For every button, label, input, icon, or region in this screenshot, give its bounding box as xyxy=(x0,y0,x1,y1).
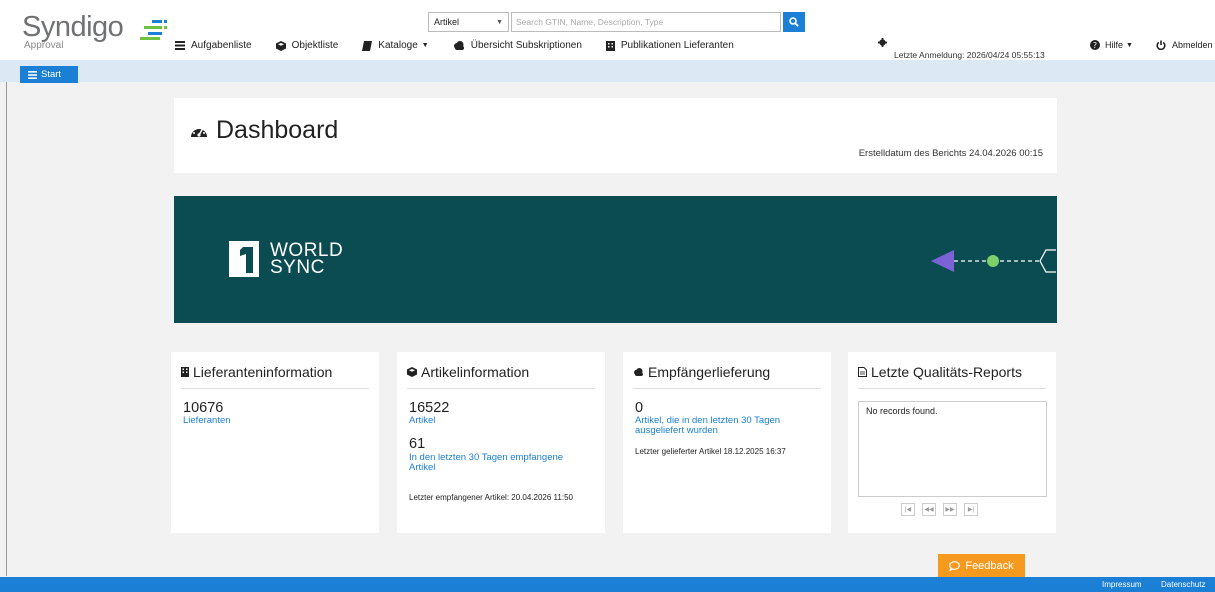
article-info-card: Artikelinformation 16522 Artikel 61 In d… xyxy=(397,352,605,533)
search-bar: Artikel ▼ xyxy=(428,12,805,32)
start-label: Start xyxy=(41,69,62,80)
syndigo-logo[interactable]: Syndigo Approval xyxy=(22,11,167,51)
empty-message: No records found. xyxy=(866,406,938,416)
help-menu[interactable]: ? Hilfe ▼ xyxy=(1090,40,1133,50)
file-icon xyxy=(858,367,867,377)
card-header: Letzte Qualitäts-Reports xyxy=(858,364,1046,389)
last-page-icon: ▶| xyxy=(967,507,975,513)
card-header: Empfängerlieferung xyxy=(633,364,821,389)
banner-decoration xyxy=(931,249,1056,273)
worldsync-logo: WORLD SYNC xyxy=(229,241,343,277)
card-title: Artikelinformation xyxy=(421,364,530,380)
quality-reports-table: No records found. xyxy=(858,401,1047,497)
logout-button[interactable]: Abmelden xyxy=(1156,40,1213,50)
first-page-button[interactable]: |◀ xyxy=(901,503,915,516)
caret-down-icon: ▼ xyxy=(1126,41,1133,49)
search-type-select[interactable]: Artikel ▼ xyxy=(428,12,509,32)
last-login-text: Letzte Anmeldung: 2026/04/24 05:55:13 xyxy=(894,50,1045,60)
next-page-button[interactable]: ▶▶ xyxy=(943,503,957,516)
card-title: Letzte Qualitäts-Reports xyxy=(871,364,1022,380)
svg-text:?: ? xyxy=(1093,41,1097,50)
left-border xyxy=(6,82,7,576)
datenschutz-link[interactable]: Datenschutz xyxy=(1161,580,1205,589)
nav-label: Publikationen Lieferanten xyxy=(620,40,734,51)
last-delivered-article: Letzter gelieferter Artikel 18.12.2025 1… xyxy=(635,447,786,456)
logo-bars-icon xyxy=(140,20,167,40)
nav-label: Kataloge xyxy=(378,40,418,51)
recent-article-count: 61 xyxy=(409,436,426,452)
supplier-count: 10676 xyxy=(183,400,224,416)
logout-label: Abmelden xyxy=(1172,40,1213,50)
building-icon xyxy=(181,367,189,377)
power-icon xyxy=(1156,40,1166,50)
logo-wordmark: Syndigo xyxy=(22,11,124,43)
book-icon xyxy=(362,40,373,51)
footer: Impressum Datenschutz xyxy=(0,577,1215,592)
caret-down-icon: ▼ xyxy=(421,42,429,49)
nav-publikationen[interactable]: Publikationen Lieferanten xyxy=(605,40,734,51)
tachometer-icon xyxy=(190,123,208,139)
dashboard-header-card: Dashboard Erstelldatum des Berichts 24.0… xyxy=(174,98,1057,173)
search-type-value: Artikel xyxy=(434,17,460,27)
card-header: Lieferanteninformation xyxy=(181,364,369,389)
pagination: |◀ ◀◀ ▶▶ ▶| xyxy=(901,503,985,516)
nav-subskriptionen[interactable]: Übersicht Subskriptionen xyxy=(453,40,582,51)
card-header: Artikelinformation xyxy=(407,364,595,389)
page-title: Dashboard xyxy=(190,116,338,145)
start-button[interactable]: Start xyxy=(20,66,78,83)
articles-link[interactable]: Artikel xyxy=(409,416,594,426)
question-icon: ? xyxy=(1090,40,1100,50)
last-received-article: Letzter empfangener Artikel: 20.04.2026 … xyxy=(409,493,573,502)
sub-toolbar xyxy=(0,60,1215,82)
dashboard-title: Dashboard xyxy=(216,116,339,144)
chevron-down-icon: ▼ xyxy=(496,18,503,26)
recipient-delivery-card: Empfängerlieferung 0 Artikel, die in den… xyxy=(623,352,831,533)
gear-icon[interactable] xyxy=(878,38,887,49)
nav-label: Aufgabenliste xyxy=(191,40,252,51)
quality-reports-card: Letzte Qualitäts-Reports No records foun… xyxy=(848,352,1056,533)
search-button[interactable] xyxy=(783,12,805,32)
worldsync-one-icon xyxy=(229,241,267,277)
building-icon xyxy=(605,40,615,51)
card-title: Lieferanteninformation xyxy=(193,364,333,380)
feedback-label: Feedback xyxy=(965,559,1014,572)
first-page-icon: |◀ xyxy=(904,507,912,513)
worldsync-line2: SYNC xyxy=(270,257,325,278)
last-login: Letzte Anmeldung: 2026/04/24 05:55:13 xyxy=(878,38,1045,60)
delivered-count: 0 xyxy=(635,400,644,416)
app-header: Syndigo Approval Artikel ▼ Search GTIN, … xyxy=(0,0,1215,60)
report-date: Erstelldatum des Berichts 24.04.2026 00:… xyxy=(858,148,1043,159)
card-title: Empfängerlieferung xyxy=(648,364,771,380)
cloud-icon xyxy=(453,41,465,50)
main-nav: Aufgabenliste Objektliste Kataloge ▼ Übe… xyxy=(175,40,758,51)
prev-page-icon: ◀◀ xyxy=(924,507,934,513)
search-icon xyxy=(789,17,799,27)
worldsync-banner: WORLD SYNC xyxy=(174,196,1057,323)
comment-icon xyxy=(949,560,961,571)
hamburger-icon xyxy=(28,70,37,79)
list-icon xyxy=(175,41,185,50)
search-input[interactable] xyxy=(511,12,781,32)
help-label: Hilfe xyxy=(1105,40,1124,50)
supplier-info-card: Lieferanteninformation 10676 Lieferanten xyxy=(171,352,379,533)
nav-objektliste[interactable]: Objektliste xyxy=(275,40,339,51)
delivered-articles-link[interactable]: Artikel, die in den letzten 30 Tagen aus… xyxy=(635,416,810,436)
last-page-button[interactable]: ▶| xyxy=(964,503,978,516)
feedback-button[interactable]: Feedback xyxy=(938,554,1025,577)
cube-icon xyxy=(275,40,286,51)
nav-kataloge[interactable]: Kataloge ▼ xyxy=(362,40,429,51)
article-count: 16522 xyxy=(409,400,450,416)
nav-label: Objektliste xyxy=(291,40,339,51)
worldsync-text: WORLD SYNC xyxy=(270,241,343,278)
nav-label: Übersicht Subskriptionen xyxy=(470,40,582,51)
prev-page-button[interactable]: ◀◀ xyxy=(922,503,936,516)
cube-icon xyxy=(407,367,417,377)
impressum-link[interactable]: Impressum xyxy=(1102,580,1142,589)
next-page-icon: ▶▶ xyxy=(945,507,955,513)
nav-aufgabenliste[interactable]: Aufgabenliste xyxy=(175,40,252,51)
suppliers-link[interactable]: Lieferanten xyxy=(183,416,368,426)
cloud-icon xyxy=(633,368,644,376)
recent-articles-link[interactable]: In den letzten 30 Tagen empfangene Artik… xyxy=(409,453,589,473)
